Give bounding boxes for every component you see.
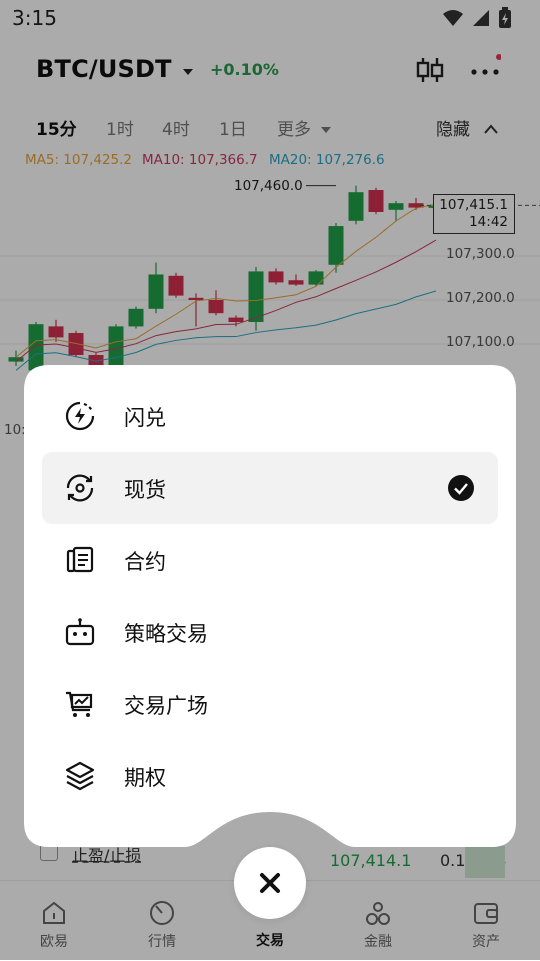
menu-item-strategy-trading[interactable]: 策略交易 [42, 596, 498, 668]
menu-item-options[interactable]: 期权 [42, 740, 498, 812]
nav-label-trade: 交易 [256, 933, 284, 949]
futures-icon [66, 546, 94, 573]
options-layers-icon [65, 761, 95, 791]
menu-label: 闪兑 [124, 406, 166, 430]
checkmark-icon [448, 475, 474, 501]
bot-icon [65, 618, 95, 646]
menu-item-spot[interactable]: 现货 [42, 452, 498, 524]
menu-item-flash-swap[interactable]: 闪兑 [42, 380, 498, 452]
spot-icon [66, 474, 94, 502]
menu-label: 策略交易 [124, 622, 208, 646]
menu-item-trading-square[interactable]: 交易广场 [42, 668, 498, 740]
close-icon [260, 873, 280, 893]
trading-square-icon [66, 691, 93, 717]
menu-label: 合约 [124, 550, 166, 574]
menu-label: 现货 [124, 478, 166, 502]
flash-swap-icon [65, 401, 95, 431]
menu-label: 交易广场 [124, 694, 208, 718]
close-menu-button[interactable] [234, 847, 306, 919]
menu-item-futures[interactable]: 合约 [42, 524, 498, 596]
menu-label: 期权 [124, 766, 166, 790]
